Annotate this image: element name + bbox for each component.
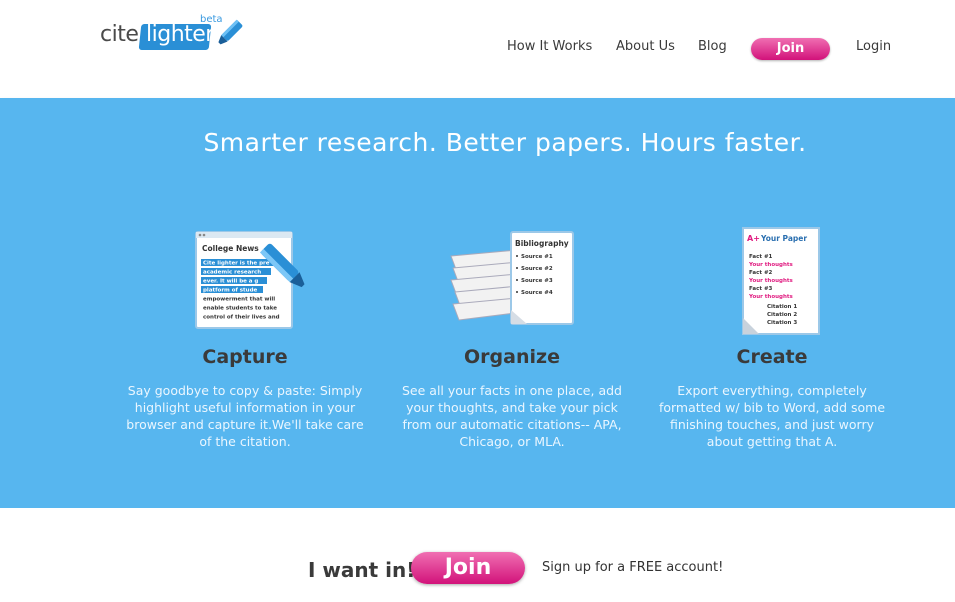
paper-line-9: Citation 3 (767, 320, 797, 326)
hero-section: Smarter research. Better papers. Hours f… (0, 98, 955, 508)
capture-line-1: Cite lighter is the pre (203, 261, 270, 267)
logo-lighter-text: lighter (146, 22, 214, 47)
capture-heading-text: College News (202, 244, 259, 253)
capture-line-4: platform of stude (203, 288, 258, 294)
capture-illustration: College News Cite lighter is the pre aca… (195, 231, 305, 329)
paper-line-7: Citation 1 (767, 304, 797, 310)
source-line-3: Source #3 (521, 278, 553, 284)
paper-line-1: Fact #1 (749, 254, 773, 260)
cta-join-button[interactable]: Join (411, 552, 525, 584)
capture-line-2: academic research (203, 270, 261, 276)
cta-signup-text: Sign up for a FREE account! (542, 560, 724, 575)
nav-about-us[interactable]: About Us (616, 39, 675, 54)
highlighted-article-icon: College News Cite lighter is the pre aca… (180, 226, 310, 336)
paper-line-4: Your thoughts (748, 278, 794, 284)
site-header: cite lighter beta How It Works About Us … (0, 0, 955, 98)
source-line-1: Source #1 (521, 254, 553, 260)
cta-section: I want in! Join Sign up for a FREE accou… (0, 508, 955, 602)
paper-heading-text: Your Paper (760, 234, 807, 243)
organize-illustration: Bibliography Source #1 Source #2 Source … (450, 231, 574, 325)
bibliography-stack-icon: Bibliography Source #1 Source #2 Source … (447, 226, 577, 336)
feature-organize: Bibliography Source #1 Source #2 Source … (392, 226, 632, 450)
feature-desc-create: Export everything, completely formatted … (658, 383, 886, 449)
feature-title-organize: Organize (464, 346, 560, 368)
grade-text: A+ (747, 234, 760, 243)
capture-line-3: ever. It will be a g (203, 279, 258, 285)
source-line-2: Source #2 (521, 266, 553, 272)
paper-document-icon: A+ Your Paper Fact #1 Your thoughts Fact… (707, 226, 837, 336)
paper-line-5: Fact #3 (749, 286, 773, 292)
capture-line-6: enable students to take (203, 306, 277, 312)
nav-blog[interactable]: Blog (698, 39, 727, 54)
feature-create: A+ Your Paper Fact #1 Your thoughts Fact… (652, 226, 892, 450)
feature-desc-organize: See all your facts in one place, add you… (402, 383, 622, 449)
paper-line-6: Your thoughts (748, 294, 794, 300)
header-join-button[interactable]: Join (751, 38, 830, 60)
capture-line-7: control of their lives and (203, 315, 280, 321)
paper-line-3: Fact #2 (749, 270, 773, 276)
feature-capture: College News Cite lighter is the pre aca… (125, 226, 365, 450)
highlighter-pen-icon (218, 19, 243, 45)
cta-want-in-text: I want in! (308, 558, 416, 582)
nav-how-it-works[interactable]: How It Works (507, 39, 592, 54)
feature-desc-capture: Say goodbye to copy & paste: Simply high… (126, 383, 364, 449)
create-illustration: A+ Your Paper Fact #1 Your thoughts Fact… (742, 227, 820, 335)
logo-cite-text: cite (100, 22, 139, 47)
organize-heading-text: Bibliography (515, 239, 569, 248)
capture-line-5: empowerment that will (203, 297, 275, 303)
svg-text:Bibliography: Bibliography (515, 239, 569, 248)
citelighter-logo[interactable]: cite lighter beta (100, 14, 250, 54)
source-line-4: Source #4 (521, 290, 553, 296)
feature-title-create: Create (736, 346, 808, 368)
hero-title: Smarter research. Better papers. Hours f… (203, 128, 807, 157)
paper-line-2: Your thoughts (748, 262, 794, 268)
paper-line-8: Citation 2 (767, 312, 797, 318)
nav-login[interactable]: Login (856, 39, 891, 54)
feature-title-capture: Capture (202, 346, 288, 368)
